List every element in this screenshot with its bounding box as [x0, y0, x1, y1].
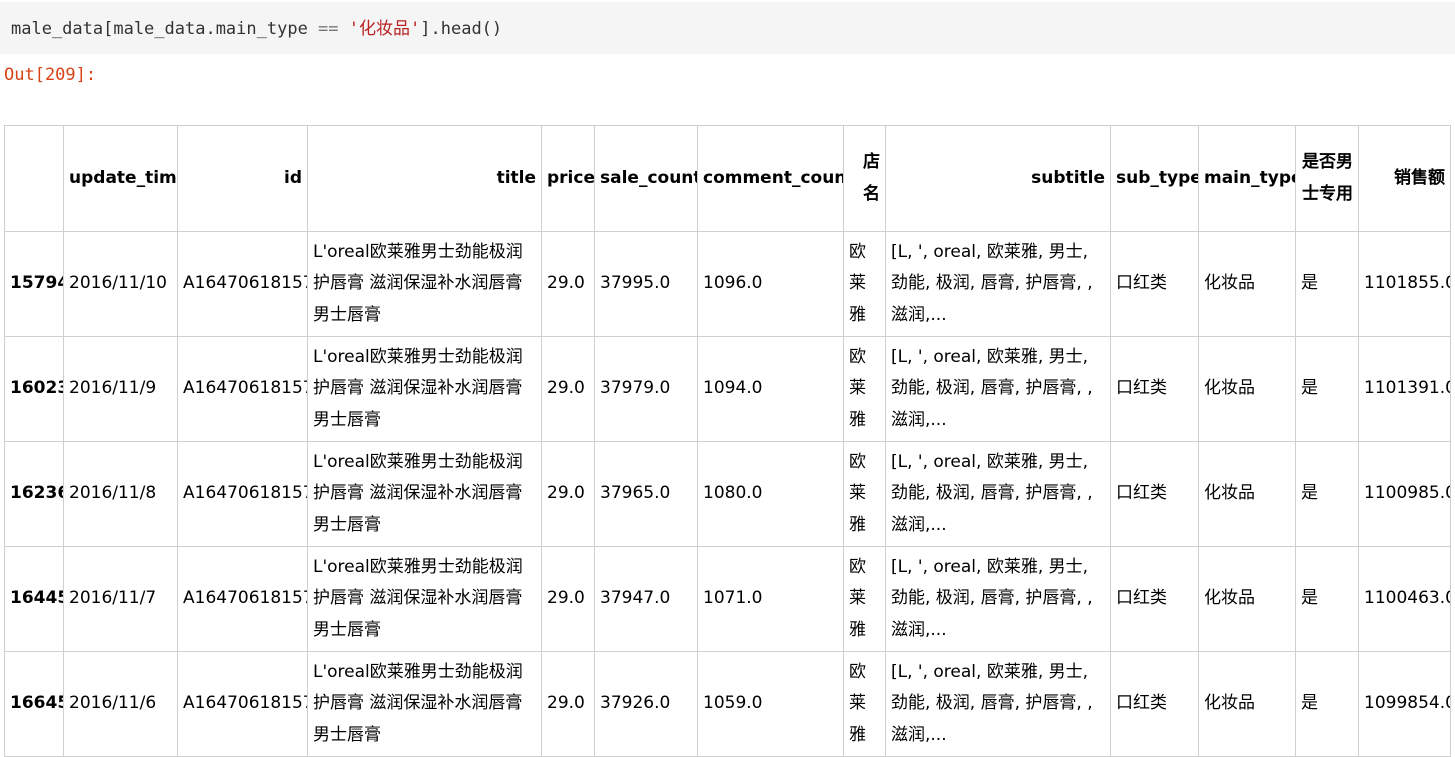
cell-title: L'oreal欧莱雅男士劲能极润护唇膏 滋润保湿补水润唇膏男士唇膏: [307, 336, 542, 442]
cell-sales: 1100463.0: [1358, 546, 1451, 652]
cell-main-type: 化妆品: [1198, 546, 1296, 652]
cell-update-time: 2016/11/6: [63, 651, 178, 757]
cell-comment-count: 1094.0: [697, 336, 844, 442]
output-prompt: Out[209]:: [4, 65, 97, 85]
row-index: 15794: [4, 231, 64, 337]
column-header-subtitle: subtitle: [885, 125, 1111, 232]
cell-main-type: 化妆品: [1198, 231, 1296, 337]
cell-sub-type: 口红类: [1110, 336, 1199, 442]
cell-comment-count: 1071.0: [697, 546, 844, 652]
cell-price: 29.0: [541, 231, 595, 337]
code-line[interactable]: male_data[male_data.main_type == '化妆品'].…: [11, 18, 502, 40]
cell-id: A16470618157: [177, 336, 308, 442]
cell-price: 29.0: [541, 441, 595, 547]
cell-male-only: 是: [1295, 336, 1359, 442]
cell-title: L'oreal欧莱雅男士劲能极润护唇膏 滋润保湿补水润唇膏男士唇膏: [307, 546, 542, 652]
dataframe-table: update_time id title price sale_count co…: [4, 125, 1451, 757]
cell-subtitle: [L, ', oreal, 欧莱雅, 男士, 劲能, 极润, 唇膏, 护唇膏, …: [885, 441, 1111, 547]
cell-price: 29.0: [541, 336, 595, 442]
cell-update-time: 2016/11/9: [63, 336, 178, 442]
cell-id: A16470618157: [177, 441, 308, 547]
column-header-main-type: main_type: [1198, 125, 1296, 232]
cell-title: L'oreal欧莱雅男士劲能极润护唇膏 滋润保湿补水润唇膏男士唇膏: [307, 231, 542, 337]
column-header-index: [4, 125, 64, 232]
cell-subtitle: [L, ', oreal, 欧莱雅, 男士, 劲能, 极润, 唇膏, 护唇膏, …: [885, 231, 1111, 337]
column-header-shop: 店名: [843, 125, 886, 232]
column-header-comment-count: comment_count: [697, 125, 844, 232]
cell-male-only: 是: [1295, 546, 1359, 652]
cell-price: 29.0: [541, 546, 595, 652]
table-row: 15794 2016/11/10 A16470618157 L'oreal欧莱雅…: [4, 231, 1451, 337]
cell-id: A16470618157: [177, 231, 308, 337]
cell-sale-count: 37979.0: [594, 336, 698, 442]
cell-sub-type: 口红类: [1110, 651, 1199, 757]
cell-sale-count: 37965.0: [594, 441, 698, 547]
cell-sales: 1101855.0: [1358, 231, 1451, 337]
cell-comment-count: 1059.0: [697, 651, 844, 757]
row-index: 16023: [4, 336, 64, 442]
cell-main-type: 化妆品: [1198, 651, 1296, 757]
cell-title: L'oreal欧莱雅男士劲能极润护唇膏 滋润保湿补水润唇膏男士唇膏: [307, 441, 542, 547]
cell-sales: 1100985.0: [1358, 441, 1451, 547]
cell-id: A16470618157: [177, 546, 308, 652]
column-header-male-only: 是否男士专用: [1295, 125, 1359, 232]
column-header-title: title: [307, 125, 542, 232]
cell-price: 29.0: [541, 651, 595, 757]
cell-sub-type: 口红类: [1110, 441, 1199, 547]
cell-shop: 欧莱雅: [843, 231, 886, 337]
header-row: update_time id title price sale_count co…: [4, 125, 1451, 232]
column-header-sub-type: sub_type: [1110, 125, 1199, 232]
cell-update-time: 2016/11/10: [63, 231, 178, 337]
cell-male-only: 是: [1295, 441, 1359, 547]
cell-subtitle: [L, ', oreal, 欧莱雅, 男士, 劲能, 极润, 唇膏, 护唇膏, …: [885, 546, 1111, 652]
cell-sales: 1099854.0: [1358, 651, 1451, 757]
cell-title: L'oreal欧莱雅男士劲能极润护唇膏 滋润保湿补水润唇膏男士唇膏: [307, 651, 542, 757]
column-header-update-time: update_time: [63, 125, 178, 232]
cell-sub-type: 口红类: [1110, 546, 1199, 652]
cell-male-only: 是: [1295, 651, 1359, 757]
cell-male-only: 是: [1295, 231, 1359, 337]
cell-subtitle: [L, ', oreal, 欧莱雅, 男士, 劲能, 极润, 唇膏, 护唇膏, …: [885, 336, 1111, 442]
code-input-cell[interactable]: male_data[male_data.main_type == '化妆品'].…: [0, 2, 1455, 54]
cell-shop: 欧莱雅: [843, 336, 886, 442]
cell-sales: 1101391.0: [1358, 336, 1451, 442]
cell-subtitle: [L, ', oreal, 欧莱雅, 男士, 劲能, 极润, 唇膏, 护唇膏, …: [885, 651, 1111, 757]
cell-sub-type: 口红类: [1110, 231, 1199, 337]
cell-update-time: 2016/11/7: [63, 546, 178, 652]
cell-id: A16470618157: [177, 651, 308, 757]
cell-shop: 欧莱雅: [843, 441, 886, 547]
cell-shop: 欧莱雅: [843, 546, 886, 652]
row-index: 16445: [4, 546, 64, 652]
cell-main-type: 化妆品: [1198, 441, 1296, 547]
cell-update-time: 2016/11/8: [63, 441, 178, 547]
cell-sale-count: 37995.0: [594, 231, 698, 337]
table-row: 16445 2016/11/7 A16470618157 L'oreal欧莱雅男…: [4, 546, 1451, 652]
column-header-sales: 销售额: [1358, 125, 1451, 232]
cell-comment-count: 1096.0: [697, 231, 844, 337]
code-string: '化妆品': [348, 19, 421, 39]
cell-sale-count: 37926.0: [594, 651, 698, 757]
column-header-id: id: [177, 125, 308, 232]
code-operator: ==: [318, 19, 339, 39]
code-prefix: male_data[male_data.main_type: [11, 19, 319, 39]
cell-comment-count: 1080.0: [697, 441, 844, 547]
table-row: 16023 2016/11/9 A16470618157 L'oreal欧莱雅男…: [4, 336, 1451, 442]
row-index: 16645: [4, 651, 64, 757]
table-row: 16645 2016/11/6 A16470618157 L'oreal欧莱雅男…: [4, 651, 1451, 757]
column-header-price: price: [541, 125, 595, 232]
row-index: 16236: [4, 441, 64, 547]
cell-sale-count: 37947.0: [594, 546, 698, 652]
code-suffix: ].head(): [420, 19, 503, 39]
table-row: 16236 2016/11/8 A16470618157 L'oreal欧莱雅男…: [4, 441, 1451, 547]
column-header-sale-count: sale_count: [594, 125, 698, 232]
cell-main-type: 化妆品: [1198, 336, 1296, 442]
cell-shop: 欧莱雅: [843, 651, 886, 757]
